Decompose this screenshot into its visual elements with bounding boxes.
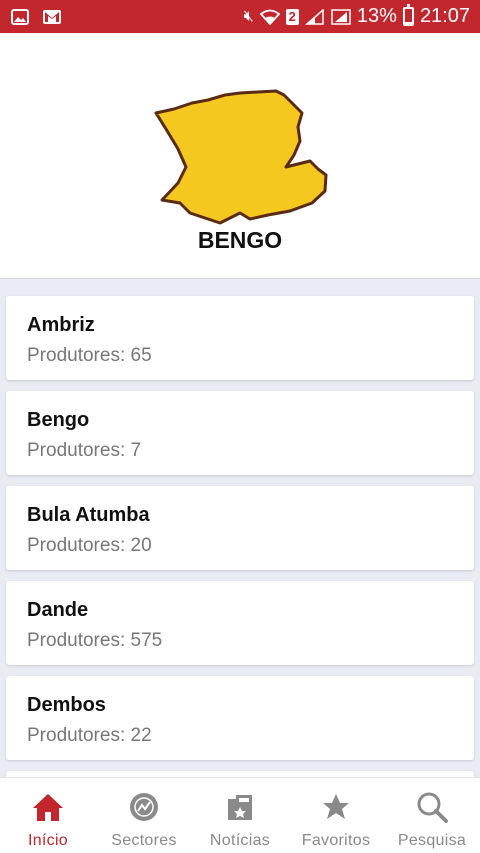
nav-item-pesquisa[interactable]: Pesquisa bbox=[384, 778, 480, 853]
nav-item-noticias[interactable]: Notícias bbox=[192, 778, 288, 853]
sim-badge: 2 bbox=[285, 8, 299, 25]
nav-label: Notícias bbox=[209, 832, 271, 849]
list-item[interactable]: Bengo Produtores: 7 bbox=[6, 391, 474, 475]
nav-item-favoritos[interactable]: Favoritos bbox=[288, 778, 384, 853]
search-icon bbox=[414, 790, 450, 824]
municipality-name: Dembos bbox=[27, 694, 106, 716]
star-icon bbox=[318, 790, 354, 824]
producer-count: Produtores: 22 bbox=[27, 725, 152, 746]
producer-count: Produtores: 20 bbox=[27, 535, 152, 556]
producer-count: Produtores: 65 bbox=[27, 345, 152, 366]
list-item[interactable]: Bula Atumba Produtores: 20 bbox=[6, 486, 474, 570]
municipality-name: Bula Atumba bbox=[27, 504, 150, 526]
municipality-name: Ambriz bbox=[27, 314, 95, 336]
mute-icon: 🔇︎ bbox=[243, 7, 254, 25]
bottom-navigation: Início Sectores Notícias Favoritos Pesqu… bbox=[0, 777, 480, 853]
province-header: BENGO bbox=[0, 33, 480, 279]
nav-label: Sectores bbox=[111, 832, 177, 849]
home-icon bbox=[30, 790, 66, 824]
sectors-icon bbox=[126, 790, 162, 824]
nav-item-inicio[interactable]: Início bbox=[0, 778, 96, 853]
list-item[interactable]: Ambriz Produtores: 65 bbox=[6, 296, 474, 380]
list-item[interactable]: Dande Produtores: 575 bbox=[6, 581, 474, 665]
nav-label: Pesquisa bbox=[397, 832, 467, 849]
news-icon bbox=[222, 790, 258, 824]
nav-item-sectores[interactable]: Sectores bbox=[96, 778, 192, 853]
municipality-list[interactable]: Ambriz Produtores: 65 Bengo Produtores: … bbox=[6, 296, 474, 802]
gmail-notification-icon bbox=[42, 8, 62, 26]
status-bar: 🔇︎ 2 13% 21:07 bbox=[0, 0, 480, 33]
municipality-name: Bengo bbox=[27, 409, 90, 431]
list-item[interactable]: Dembos Produtores: 22 bbox=[6, 676, 474, 760]
battery-percent: 13% bbox=[356, 5, 397, 27]
signal-icon bbox=[304, 8, 325, 26]
province-shape bbox=[154, 89, 328, 225]
gallery-notification-icon bbox=[10, 8, 30, 26]
nav-label: Início bbox=[27, 832, 69, 849]
producer-count: Produtores: 575 bbox=[27, 630, 163, 651]
producer-count: Produtores: 7 bbox=[27, 440, 142, 461]
battery-icon bbox=[402, 4, 414, 26]
nav-label: Favoritos bbox=[301, 832, 371, 849]
province-title: BENGO bbox=[197, 227, 283, 253]
signal-icon-2 bbox=[331, 8, 351, 26]
province-map bbox=[150, 65, 330, 225]
municipality-name: Dande bbox=[27, 599, 89, 621]
clock: 21:07 bbox=[419, 5, 470, 27]
wifi-icon bbox=[259, 8, 280, 26]
